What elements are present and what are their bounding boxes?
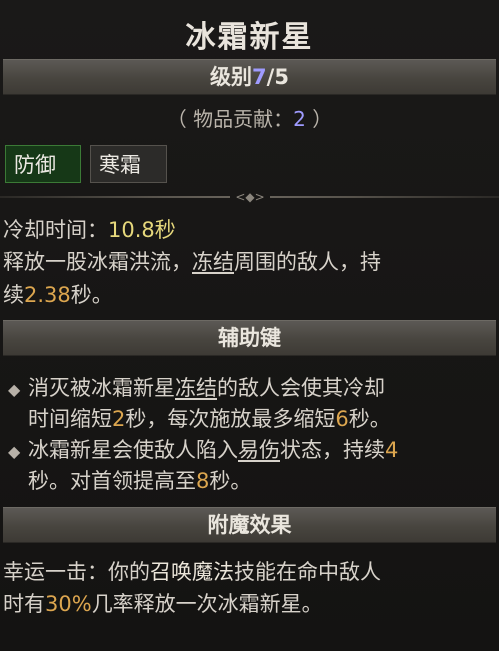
enchant-line-1: 幸运一击：你的召唤魔法技能在命中敌人: [3, 558, 381, 586]
skill-tooltip: 冰霜新星 级别7/5 （ 物品贡献：2 ） 防御 寒霜 <◆> 冷却时间：10.…: [0, 0, 499, 651]
enchant-chance: 30%: [45, 592, 92, 616]
bullet-icon: ◆: [8, 442, 21, 461]
modifier-2-line-1: 冰霜新星会使敌人陷入易伤状态，持续4: [28, 436, 398, 464]
rank-max: /5: [266, 65, 289, 89]
enchant-header: 附魔效果: [3, 507, 496, 543]
enchant-line-2: 时有30%几率释放一次冰霜新星。: [3, 590, 323, 618]
modifier-text: 状态，持续: [280, 438, 385, 462]
modifier-text: 时间缩短: [28, 407, 112, 431]
tag-defense: 防御: [5, 145, 81, 183]
freeze-link[interactable]: 冻结: [192, 250, 234, 274]
description-line-2: 续2.38秒。: [3, 281, 113, 309]
enchant-text: 技能在命中敌人: [234, 560, 381, 584]
modifier-text: 秒。对首领提高至: [28, 469, 196, 493]
tag-frost: 寒霜: [90, 145, 167, 183]
description-text: 续: [3, 283, 24, 307]
rank-label: 级别: [210, 65, 253, 89]
description-text: 周围的敌人，持: [234, 250, 381, 274]
vulnerable-link[interactable]: 易伤: [238, 438, 280, 462]
cooldown-line: 冷却时间：10.8秒: [3, 216, 176, 244]
modifier-text: 秒。: [209, 469, 252, 493]
cooldown-value: 10.8秒: [108, 218, 176, 242]
duration-value: 2.38: [24, 283, 71, 307]
rank-bar: 级别7/5: [3, 59, 496, 95]
enchant-text: 幸运一击：你的: [3, 560, 150, 584]
modifier-value: 4: [385, 438, 399, 462]
modifier-text: 冰霜新星会使敌人陷入: [28, 438, 238, 462]
freeze-link[interactable]: 冻结: [175, 376, 217, 400]
cooldown-label: 冷却时间：: [3, 218, 108, 242]
divider-ornament-icon: <◆>: [230, 189, 270, 205]
modifier-text: 秒。: [348, 407, 391, 431]
contribution-value: 2: [293, 107, 306, 131]
modifiers-header: 辅助键: [3, 320, 496, 356]
description-line-1: 释放一股冰霜洪流，冻结周围的敌人，持: [3, 248, 381, 276]
modifier-value: 2: [112, 407, 126, 431]
contribution-close: ）: [305, 107, 333, 131]
skill-title: 冰霜新星: [185, 20, 314, 55]
modifier-value: 8: [196, 469, 210, 493]
enchant-text: 几率释放一次冰霜新星。: [91, 592, 323, 616]
modifier-text: 消灭被冰霜新星: [28, 376, 175, 400]
rank-current: 7: [252, 65, 267, 89]
modifier-text: 秒，每次施放最多缩短: [125, 407, 336, 431]
modifier-text: 的敌人会使其冷却: [217, 376, 385, 400]
bullet-icon: ◆: [8, 380, 21, 399]
enchant-text: 时有: [3, 592, 45, 616]
enchant-skill: 召唤魔法: [150, 560, 234, 584]
modifier-2-line-2: 秒。对首领提高至8秒。: [28, 467, 251, 495]
modifier-1-line-2: 时间缩短2秒，每次施放最多缩短6秒。: [28, 405, 391, 433]
description-text: 秒。: [70, 283, 113, 307]
contribution-open: （ 物品贡献：: [166, 107, 294, 131]
item-contribution: （ 物品贡献：2 ）: [0, 103, 499, 132]
modifier-value: 6: [335, 407, 349, 431]
modifier-1-line-1: 消灭被冰霜新星冻结的敌人会使其冷却: [28, 374, 385, 402]
description-text: 释放一股冰霜洪流，: [3, 250, 192, 274]
